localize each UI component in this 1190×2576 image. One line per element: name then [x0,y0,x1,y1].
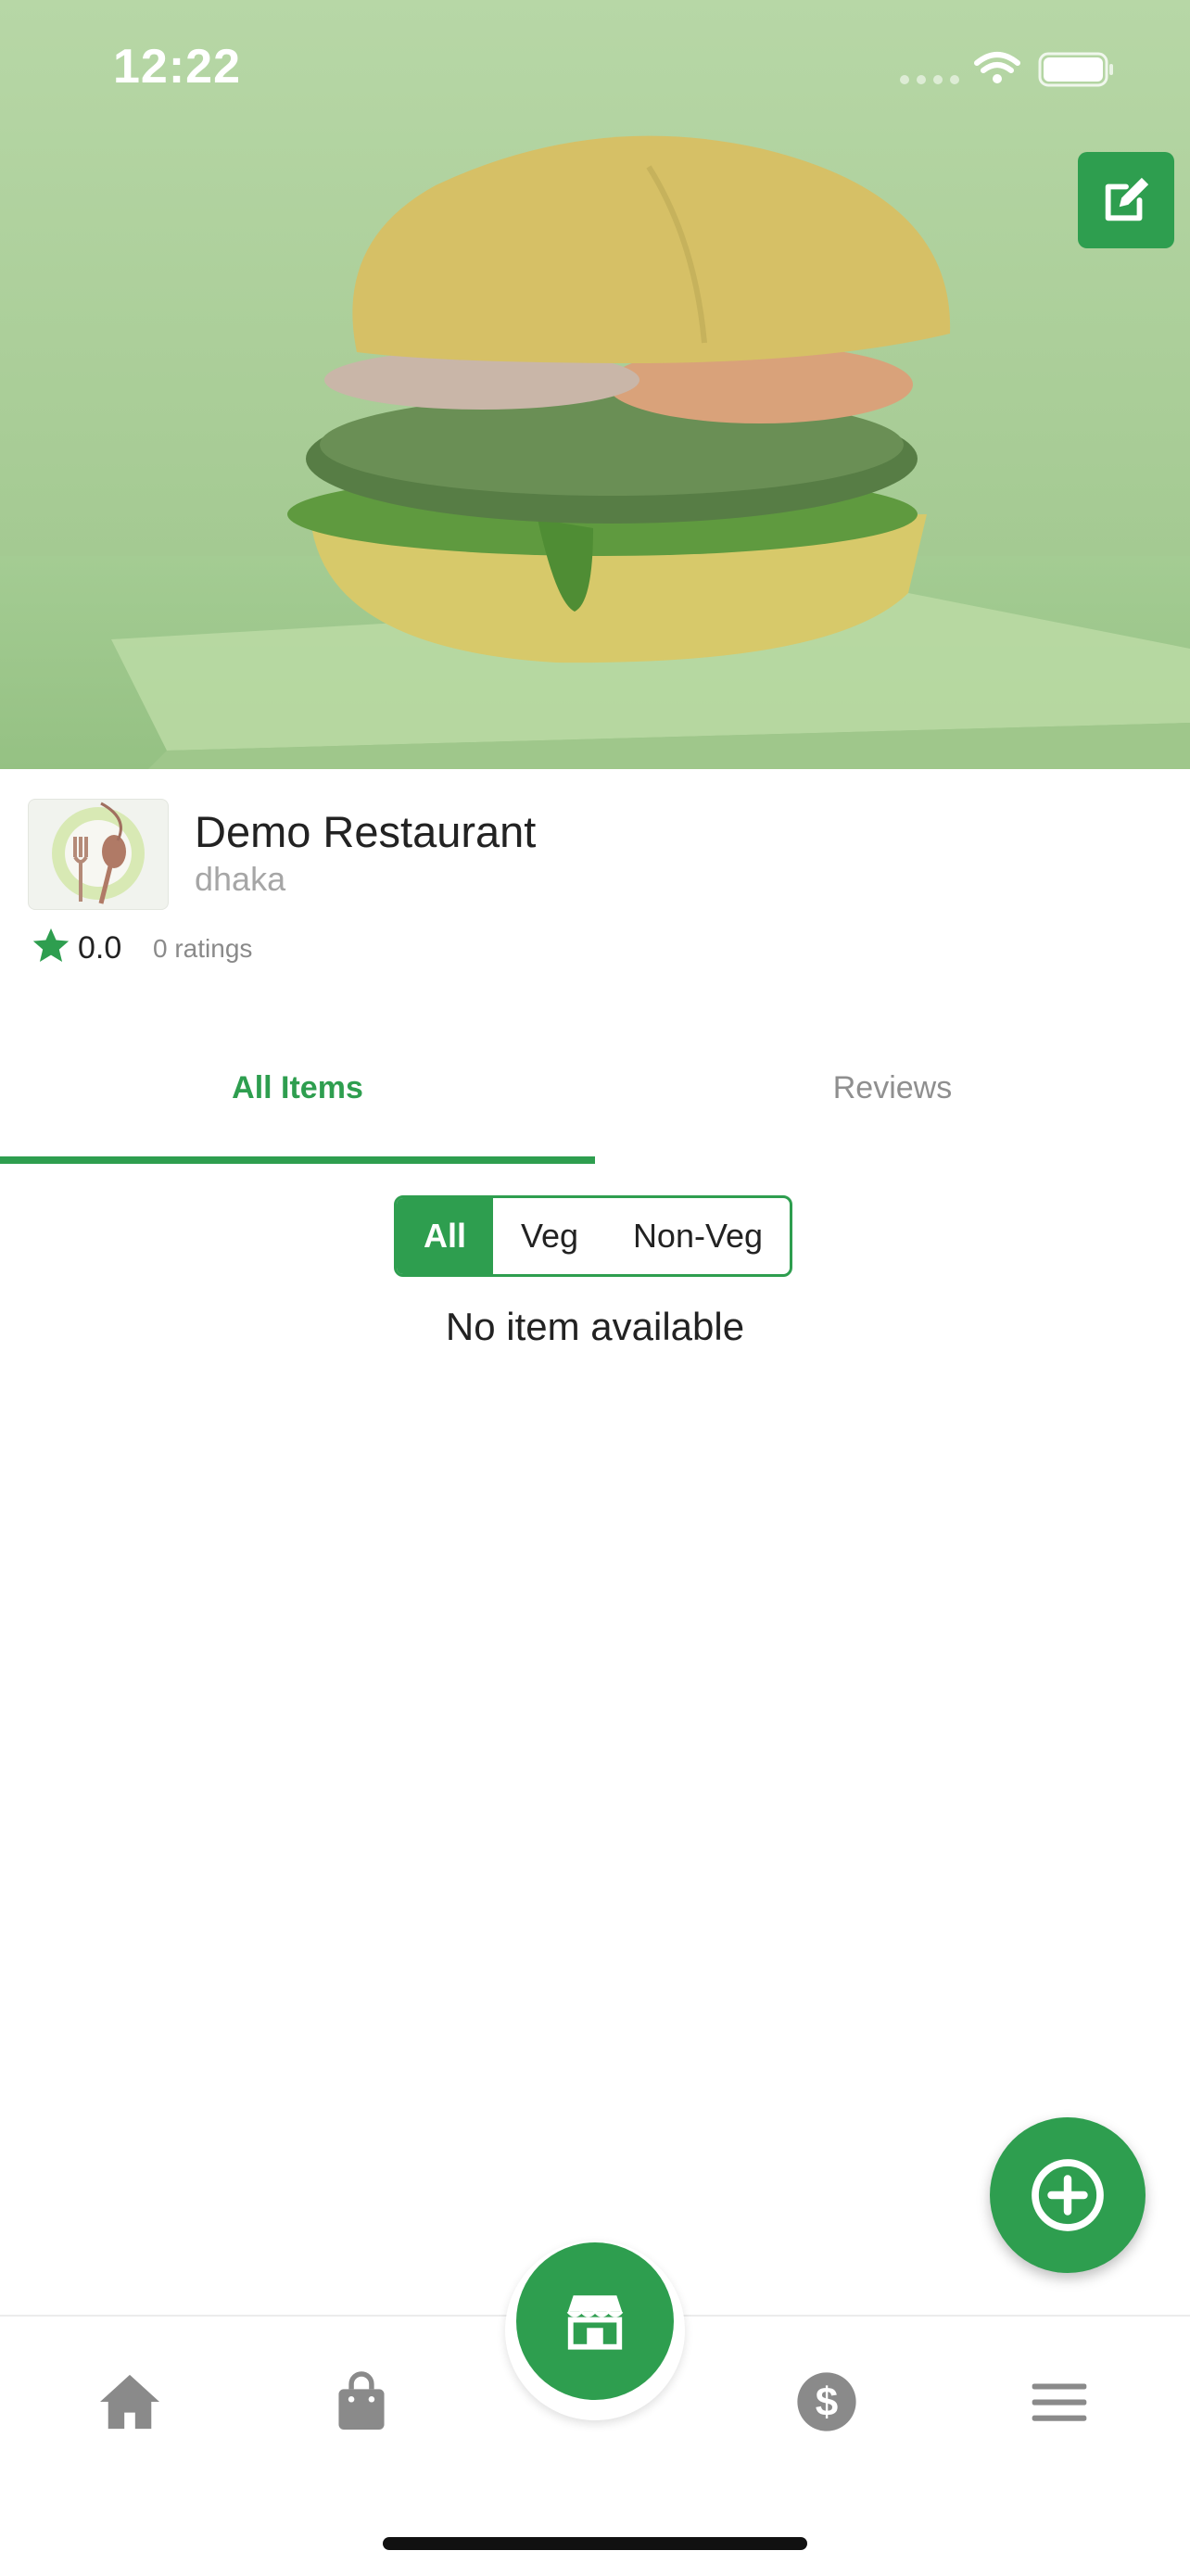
svg-text:$: $ [816,2380,838,2425]
food-type-filter: All Veg Non-Veg [394,1195,792,1277]
filter-veg[interactable]: Veg [493,1198,606,1274]
tab-reviews[interactable]: Reviews [595,1070,1190,1106]
home-indicator [383,2537,807,2550]
cover-image [0,0,1190,769]
status-bar-icons [900,52,1113,87]
restaurant-name: Demo Restaurant [195,807,537,856]
nav-store-button[interactable] [516,2242,674,2400]
dollar-icon: $ [797,2372,856,2431]
rating-value: 0.0 [78,930,122,966]
nav-home[interactable] [83,2365,176,2439]
signal-icon [900,75,959,84]
filter-all[interactable]: All [397,1198,493,1274]
nav-orders[interactable] [315,2365,408,2439]
edit-icon [1105,177,1149,221]
status-bar-time: 12:22 [113,40,241,94]
home-icon [100,2374,159,2430]
edit-button[interactable] [1078,152,1174,248]
burger-illustration [111,135,1190,769]
plus-circle-icon [1032,2159,1104,2231]
nav-menu[interactable] [1013,2365,1106,2439]
battery-icon [1038,52,1113,87]
star-icon [32,928,70,963]
active-tab-indicator [0,1156,595,1164]
nav-earnings[interactable]: $ [780,2365,873,2439]
store-icon [566,2295,624,2350]
empty-state-message: No item available [445,1305,745,1348]
restaurant-location: dhaka [195,860,286,898]
filter-non-veg[interactable]: Non-Veg [606,1198,790,1274]
add-item-button[interactable] [990,2117,1146,2273]
menu-icon [1032,2383,1087,2421]
shopping-bag-icon [338,2371,385,2430]
tab-all-items[interactable]: All Items [0,1070,595,1106]
wifi-icon [974,52,1020,73]
ratings-count: 0 ratings [153,934,253,963]
restaurant-logo [28,799,169,910]
